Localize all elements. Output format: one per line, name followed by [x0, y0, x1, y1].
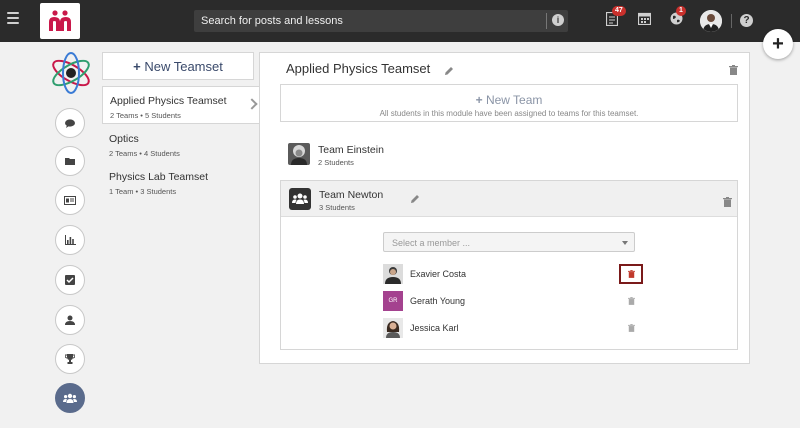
- search-bar[interactable]: Search for posts and lessons i: [194, 10, 568, 32]
- member-name: Gerath Young: [410, 296, 466, 306]
- remove-member-button[interactable]: [619, 264, 643, 284]
- user-icon[interactable]: [55, 305, 85, 335]
- new-teamset-label: New Teamset: [144, 59, 223, 74]
- trash-icon: [627, 297, 635, 305]
- trash-icon: [627, 270, 635, 278]
- member-initials: GR: [383, 291, 403, 311]
- team-row-einstein[interactable]: Team Einstein 2 Students: [280, 137, 738, 171]
- team-name: Team Newton: [319, 189, 384, 201]
- updates-badge: 1: [676, 6, 686, 16]
- folder-icon[interactable]: [55, 146, 85, 176]
- globe-icon[interactable]: 1: [670, 6, 686, 28]
- member-avatar: [383, 318, 403, 338]
- team-row-newton[interactable]: Team Newton 3 Students: [281, 181, 737, 217]
- team-newton-card: Team Newton 3 Students Select a member .…: [280, 180, 738, 350]
- teamset-item-applied-physics[interactable]: Applied Physics Teamset 2 Teams • 5 Stud…: [102, 86, 260, 124]
- checkbox-icon[interactable]: [55, 265, 85, 295]
- team-einstein-avatar: [288, 143, 310, 165]
- remove-member-button[interactable]: [619, 318, 643, 338]
- new-team-button[interactable]: + New Team All students in this module h…: [280, 84, 738, 122]
- teams-icon[interactable]: [55, 383, 85, 413]
- member-avatar: [383, 264, 403, 284]
- logo-icon: [49, 10, 71, 31]
- team-newton-avatar: [289, 188, 311, 210]
- member-avatar: GR: [383, 291, 403, 311]
- team-meta: 2 Students: [318, 158, 354, 167]
- bar-chart-icon[interactable]: [55, 225, 85, 255]
- delete-teamset-trash-icon[interactable]: [729, 62, 738, 75]
- member-name: Jessica Karl: [410, 323, 459, 333]
- top-navigation-bar: Search for posts and lessons i 47 1 ?: [0, 0, 800, 42]
- teamset-meta: 1 Team • 3 Students: [109, 187, 177, 196]
- search-divider: [546, 13, 547, 29]
- discussion-icon[interactable]: [55, 108, 85, 138]
- trophy-icon[interactable]: [55, 344, 85, 374]
- team-name: Team Einstein: [318, 144, 384, 156]
- teamset-item-optics[interactable]: Optics 2 Teams • 4 Students: [102, 125, 260, 166]
- toolbar-divider: [731, 14, 732, 28]
- teamset-name: Applied Physics Teamset: [110, 95, 227, 107]
- edit-teamset-pencil-icon[interactable]: [444, 63, 454, 75]
- menu-icon[interactable]: [7, 12, 19, 24]
- teamset-name: Optics: [109, 133, 139, 145]
- teamset-name: Physics Lab Teamset: [109, 171, 209, 183]
- delete-team-trash-icon[interactable]: [723, 194, 732, 207]
- member-row: Exavier Costa: [383, 264, 643, 284]
- id-card-icon[interactable]: [55, 185, 85, 215]
- panel-title: Applied Physics Teamset: [286, 61, 431, 76]
- teamset-item-physics-lab[interactable]: Physics Lab Teamset 1 Team • 3 Students: [102, 163, 260, 204]
- member-select-placeholder: Select a member ...: [392, 238, 471, 248]
- calendar-icon[interactable]: [637, 12, 654, 28]
- edit-team-pencil-icon[interactable]: [410, 191, 420, 203]
- add-icon[interactable]: +: [763, 29, 793, 59]
- member-select[interactable]: Select a member ...: [383, 232, 635, 252]
- posts-badge: 47: [612, 6, 626, 16]
- member-row: GR Gerath Young: [383, 291, 643, 311]
- plus-icon: +: [133, 59, 141, 74]
- trash-icon: [627, 324, 635, 332]
- member-name: Exavier Costa: [410, 269, 467, 279]
- remove-member-button[interactable]: [619, 291, 643, 311]
- team-meta: 3 Students: [319, 203, 355, 212]
- course-logo-icon[interactable]: [48, 50, 94, 96]
- caret-down-icon: [622, 241, 628, 245]
- app-logo[interactable]: [40, 3, 80, 39]
- plus-icon: +: [475, 93, 486, 107]
- posts-icon[interactable]: 47: [605, 6, 626, 28]
- search-input[interactable]: Search for posts and lessons: [201, 15, 343, 27]
- help-icon[interactable]: ?: [740, 14, 753, 27]
- new-team-note: All students in this module have been as…: [379, 109, 639, 118]
- teamset-meta: 2 Teams • 4 Students: [109, 149, 180, 158]
- new-teamset-button[interactable]: + New Teamset: [102, 52, 254, 80]
- teamset-meta: 2 Teams • 5 Students: [110, 111, 181, 120]
- member-row: Jessica Karl: [383, 318, 643, 338]
- user-avatar[interactable]: [700, 10, 722, 32]
- teamset-detail-panel: Applied Physics Teamset + New Team All s…: [259, 52, 750, 364]
- new-team-label: New Team: [485, 93, 543, 107]
- info-icon[interactable]: i: [552, 14, 564, 26]
